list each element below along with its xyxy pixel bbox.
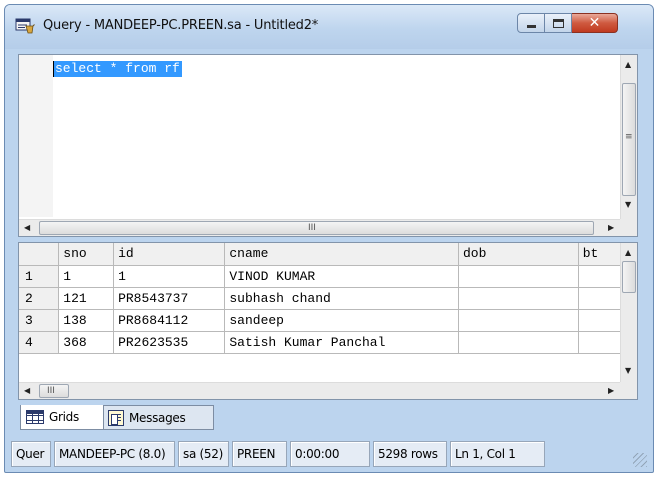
grid-vertical-scrollbar[interactable]: ▲ ▼ xyxy=(620,243,637,382)
table-row: 3 138 PR8684112 sandeep xyxy=(19,309,637,332)
cell-id[interactable]: PR2623535 xyxy=(113,331,226,354)
scroll-left-icon[interactable]: ◀ xyxy=(24,224,30,232)
cell-cname[interactable]: VINOD KUMAR xyxy=(224,265,459,288)
result-tabs: Messages Grids xyxy=(18,401,638,435)
column-header-id[interactable]: id xyxy=(113,243,226,266)
grid-size-box xyxy=(620,382,637,399)
scroll-down-icon[interactable]: ▼ xyxy=(625,367,631,375)
title-bar[interactable]: Query - MANDEEP-PC.PREEN.sa - Untitled2*… xyxy=(5,5,653,49)
cell-cname[interactable]: sandeep xyxy=(224,309,459,332)
cell-sno[interactable]: 368 xyxy=(58,331,115,354)
editor-size-box xyxy=(620,219,637,236)
hthumb-grip-icon: III xyxy=(308,223,316,233)
close-button[interactable]: ✕ xyxy=(572,13,618,33)
text-cursor xyxy=(53,61,54,77)
resize-grip-icon[interactable] xyxy=(633,453,647,467)
status-cursor-position: Ln 1, Col 1 xyxy=(450,441,545,467)
tab-grids-label: Grids xyxy=(49,410,79,424)
cell-dob[interactable] xyxy=(458,331,579,354)
tab-messages-label: Messages xyxy=(129,410,186,425)
query-editor[interactable]: select * from rf ▲ ≡ ▼ ◀ III ▶ xyxy=(18,54,638,237)
editor-horizontal-scrollbar[interactable]: ◀ III ▶ xyxy=(19,219,621,236)
results-table: sno id cname dob bt 1 1 1 VINOD KUMAR 2 … xyxy=(19,243,637,354)
maximize-button[interactable] xyxy=(545,13,572,33)
status-row-count: 5298 rows xyxy=(373,441,447,467)
results-grid[interactable]: sno id cname dob bt 1 1 1 VINOD KUMAR 2 … xyxy=(18,242,638,400)
scroll-right-icon[interactable]: ▶ xyxy=(608,387,614,395)
scroll-down-icon[interactable]: ▼ xyxy=(625,201,631,209)
editor-vertical-thumb[interactable]: ≡ xyxy=(622,83,636,196)
header-row: sno id cname dob bt xyxy=(19,243,637,266)
editor-margin xyxy=(19,55,53,217)
messages-icon xyxy=(108,409,124,426)
row-number[interactable]: 2 xyxy=(19,287,60,310)
grid-icon xyxy=(26,410,44,424)
grid-horizontal-scrollbar[interactable]: ◀ III ▶ xyxy=(19,382,621,399)
query-window-icon xyxy=(15,18,35,34)
column-header-cname[interactable]: cname xyxy=(224,243,459,266)
minimize-icon xyxy=(526,24,536,28)
column-header-sno[interactable]: sno xyxy=(58,243,115,266)
status-database: PREEN xyxy=(232,441,287,467)
editor-vertical-scrollbar[interactable]: ▲ ≡ ▼ xyxy=(620,55,637,219)
hthumb-grip-icon: III xyxy=(47,386,55,396)
cell-id[interactable]: PR8684112 xyxy=(113,309,226,332)
row-number[interactable]: 3 xyxy=(19,309,60,332)
editor-horizontal-thumb[interactable]: III xyxy=(39,221,594,235)
row-number[interactable]: 4 xyxy=(19,331,60,354)
status-bar: Quer MANDEEP-PC (8.0) sa (52) PREEN 0:00… xyxy=(11,439,647,469)
table-row: 2 121 PR8543737 subhash chand xyxy=(19,287,637,310)
status-mode: Quer xyxy=(11,441,51,467)
scroll-up-icon[interactable]: ▲ xyxy=(625,249,631,257)
cell-dob[interactable] xyxy=(458,265,579,288)
cell-dob[interactable] xyxy=(458,309,579,332)
close-icon: ✕ xyxy=(588,15,601,31)
cell-sno[interactable]: 138 xyxy=(58,309,115,332)
column-header-dob[interactable]: dob xyxy=(458,243,579,266)
minimize-button[interactable] xyxy=(517,13,545,33)
scroll-up-icon[interactable]: ▲ xyxy=(625,61,631,69)
table-row: 4 368 PR2623535 Satish Kumar Panchal xyxy=(19,331,637,354)
grid-vertical-thumb[interactable] xyxy=(622,261,636,293)
grid-horizontal-thumb[interactable]: III xyxy=(39,384,69,398)
window-title: Query - MANDEEP-PC.PREEN.sa - Untitled2* xyxy=(43,18,319,33)
status-user: sa (52) xyxy=(178,441,229,467)
cell-sno[interactable]: 1 xyxy=(58,265,115,288)
cell-cname[interactable]: subhash chand xyxy=(224,287,459,310)
cell-sno[interactable]: 121 xyxy=(58,287,115,310)
scroll-right-icon[interactable]: ▶ xyxy=(608,224,614,232)
status-server: MANDEEP-PC (8.0) xyxy=(54,441,175,467)
query-text[interactable]: select * from rf xyxy=(53,61,182,77)
maximize-icon xyxy=(552,18,564,28)
table-row: 1 1 1 VINOD KUMAR xyxy=(19,265,637,288)
query-window: Query - MANDEEP-PC.PREEN.sa - Untitled2*… xyxy=(4,4,654,473)
status-elapsed: 0:00:00 xyxy=(290,441,370,467)
thumb-grip-icon: ≡ xyxy=(625,132,633,142)
cell-cname[interactable]: Satish Kumar Panchal xyxy=(224,331,459,354)
tab-grids[interactable]: Grids xyxy=(20,405,104,430)
cell-id[interactable]: 1 xyxy=(113,265,226,288)
grid-corner[interactable] xyxy=(19,243,60,266)
row-number[interactable]: 1 xyxy=(19,265,60,288)
cell-dob[interactable] xyxy=(458,287,579,310)
tab-messages[interactable]: Messages xyxy=(102,405,214,430)
cell-id[interactable]: PR8543737 xyxy=(113,287,226,310)
scroll-left-icon[interactable]: ◀ xyxy=(24,387,30,395)
